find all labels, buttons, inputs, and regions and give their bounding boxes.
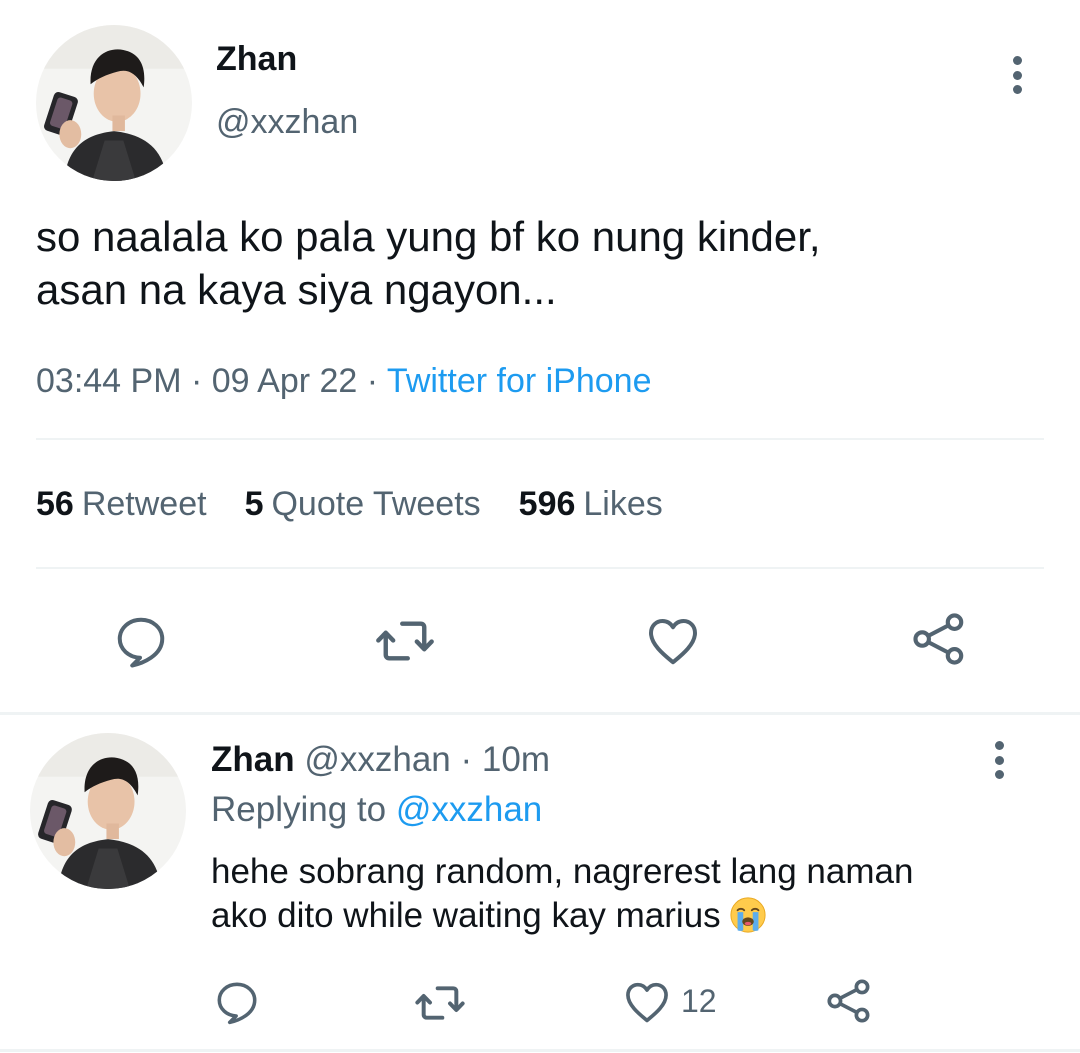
retweets-count: 56: [36, 485, 74, 523]
meta-separator: ·: [181, 362, 212, 400]
author-handle[interactable]: @xxzhan: [216, 103, 358, 142]
replying-label: Replying to: [211, 790, 396, 829]
divider: [0, 712, 1080, 715]
reply-text-line: ako dito while waiting kay marius: [211, 896, 721, 935]
more-options-icon[interactable]: [987, 741, 1011, 779]
meta-separator: ·: [357, 362, 387, 400]
likes-count: 596: [518, 485, 576, 523]
header-separator: ·: [450, 740, 482, 779]
tweet-source-link[interactable]: Twitter for iPhone: [387, 362, 652, 400]
author-name[interactable]: Zhan: [216, 40, 297, 79]
retweet-button[interactable]: [412, 975, 468, 1031]
like-button[interactable]: [640, 608, 706, 674]
tweet-text-line: asan na kaya siya ngayon...: [36, 266, 557, 313]
retweets-label: Retweet: [81, 485, 207, 523]
share-button[interactable]: [906, 606, 972, 672]
share-icon: [913, 613, 964, 665]
reply-timestamp[interactable]: 10m: [482, 740, 550, 779]
reply-text-line: hehe sobrang random, nagrerest lang nama…: [211, 852, 914, 891]
like-icon: [649, 619, 697, 665]
tweet-time: 03:44 PM: [36, 362, 182, 400]
share-button[interactable]: [822, 974, 876, 1028]
reply-icon: [117, 617, 165, 668]
loudly-crying-face-emoji-icon: [729, 896, 767, 934]
retweets-stat[interactable]: 56 Retweet: [36, 485, 207, 524]
quotes-stat[interactable]: 5 Quote Tweets: [245, 485, 481, 524]
share-icon: [827, 979, 870, 1023]
tweet-text: so naalala ko pala yung bf ko nung kinde…: [36, 210, 1036, 316]
reply-text: hehe sobrang random, nagrerest lang nama…: [211, 850, 1031, 938]
reply-header: Zhan @xxzhan · 10m: [211, 740, 550, 780]
like-button[interactable]: [620, 975, 674, 1029]
reply-author-handle[interactable]: @xxzhan: [304, 740, 450, 779]
retweet-icon: [415, 986, 465, 1020]
reply-button[interactable]: [108, 608, 174, 674]
main-tweet: Zhan @xxzhan so naalala ko pala yung bf …: [0, 0, 1080, 712]
quotes-label: Quote Tweets: [271, 485, 481, 523]
likes-label: Likes: [583, 485, 663, 523]
like-icon: [626, 982, 668, 1023]
reply-like-count: 12: [681, 983, 717, 1019]
divider: [36, 567, 1044, 569]
reply-button[interactable]: [210, 975, 264, 1029]
tweet-date: 09 Apr 22: [211, 362, 358, 400]
divider: [36, 438, 1044, 440]
replying-to-handle-link[interactable]: @xxzhan: [396, 790, 542, 829]
retweet-icon: [376, 621, 434, 661]
avatar-photo: [36, 25, 192, 181]
quotes-count: 5: [244, 485, 264, 523]
reply-author-name[interactable]: Zhan: [211, 740, 295, 779]
divider: [0, 1049, 1080, 1052]
replying-to: Replying to @xxzhan: [211, 790, 542, 830]
tweet-stats: 56 Retweet 5 Quote Tweets 596 Likes: [36, 485, 701, 524]
reply-icon: [217, 982, 257, 1025]
avatar-photo: [30, 733, 186, 889]
avatar[interactable]: [30, 733, 186, 889]
more-options-icon[interactable]: [1005, 56, 1029, 94]
avatar[interactable]: [36, 25, 192, 181]
tweet-text-line: so naalala ko pala yung bf ko nung kinde…: [36, 213, 821, 260]
tweet-meta: 03:44 PM · 09 Apr 22 · Twitter for iPhon…: [36, 362, 651, 401]
retweet-button[interactable]: [372, 608, 438, 674]
likes-stat[interactable]: 596 Likes: [519, 485, 663, 524]
